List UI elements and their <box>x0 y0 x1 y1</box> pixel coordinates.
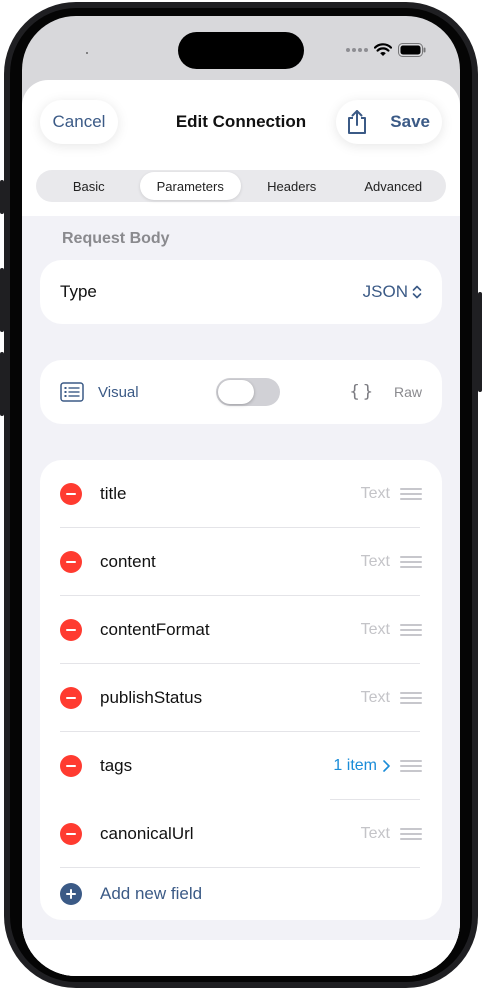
power-button <box>478 292 482 392</box>
tab-basic[interactable]: Basic <box>38 172 140 200</box>
raw-group: {} Raw <box>350 360 423 424</box>
type-value-text: JSON <box>362 282 408 301</box>
field-items-count: 1 item <box>333 757 377 774</box>
delete-field-icon[interactable] <box>60 483 82 505</box>
tab-bar: Basic Parameters Headers Advanced <box>36 170 446 202</box>
field-type[interactable]: Text <box>361 553 390 571</box>
toggle-knob <box>218 380 254 404</box>
dynamic-island <box>178 32 304 69</box>
drag-handle-icon[interactable] <box>400 828 422 840</box>
add-field-button[interactable]: Add new field <box>40 860 442 928</box>
volume-up-button <box>0 268 4 332</box>
form-list-icon <box>60 382 84 402</box>
cellular-signal-icon <box>346 48 368 52</box>
field-name[interactable]: tags <box>100 756 132 776</box>
bottom-area <box>22 940 460 976</box>
tab-advanced[interactable]: Advanced <box>343 172 445 200</box>
chevron-right-icon <box>383 760 390 772</box>
field-name[interactable]: canonicalUrl <box>100 824 194 844</box>
drag-handle-icon[interactable] <box>400 760 422 772</box>
field-row: publishStatus Text <box>40 664 442 732</box>
add-icon <box>60 883 82 905</box>
field-row: content Text <box>40 528 442 596</box>
action-button <box>0 180 4 214</box>
field-type[interactable]: Text <box>361 825 390 843</box>
volume-down-button <box>0 352 4 416</box>
drag-handle-icon[interactable] <box>400 556 422 568</box>
type-selector[interactable]: Type JSON <box>40 260 442 324</box>
drag-handle-icon[interactable] <box>400 692 422 704</box>
delete-field-icon[interactable] <box>60 687 82 709</box>
edit-connection-sheet: Edit Connection Cancel Save Basic Parame… <box>22 80 460 976</box>
share-icon[interactable] <box>344 107 370 137</box>
visual-label: Visual <box>98 383 139 401</box>
field-row: title Text <box>40 460 442 528</box>
field-row: canonicalUrl Text <box>40 800 442 868</box>
chevron-up-down-icon <box>412 285 422 299</box>
drag-handle-icon[interactable] <box>400 624 422 636</box>
status-indicator <box>86 52 88 54</box>
wifi-icon <box>374 43 392 56</box>
delete-field-icon[interactable] <box>60 755 82 777</box>
field-name[interactable]: title <box>100 484 126 504</box>
section-title: Request Body <box>62 230 170 247</box>
tab-parameters[interactable]: Parameters <box>139 172 241 200</box>
delete-field-icon[interactable] <box>60 823 82 845</box>
code-braces-icon: {} <box>349 382 376 402</box>
save-button[interactable]: Save <box>390 112 430 132</box>
field-row: contentFormat Text <box>40 596 442 664</box>
field-name[interactable]: contentFormat <box>100 620 210 640</box>
field-name[interactable]: publishStatus <box>100 688 202 708</box>
toolbar-actions: Save <box>336 100 442 144</box>
type-label: Type <box>60 282 97 301</box>
drag-handle-icon[interactable] <box>400 488 422 500</box>
tab-headers[interactable]: Headers <box>241 172 343 200</box>
type-value[interactable]: JSON <box>363 282 422 302</box>
field-name[interactable]: content <box>100 552 156 572</box>
visual-raw-toggle[interactable] <box>216 378 280 406</box>
cancel-button[interactable]: Cancel <box>40 100 118 144</box>
field-type[interactable]: Text <box>361 485 390 503</box>
fields-list: title Text content Text contentFormat Te… <box>40 460 442 920</box>
field-type[interactable]: Text <box>361 621 390 639</box>
status-bar-right <box>346 42 426 58</box>
field-type[interactable]: Text <box>361 689 390 707</box>
raw-label: Raw <box>393 384 422 400</box>
field-items-link[interactable]: 1 item <box>333 757 390 775</box>
screen: Edit Connection Cancel Save Basic Parame… <box>22 16 460 976</box>
battery-icon <box>398 43 426 57</box>
add-field-label: Add new field <box>100 884 203 903</box>
delete-field-icon[interactable] <box>60 551 82 573</box>
delete-field-icon[interactable] <box>60 619 82 641</box>
body-mode-card: Visual {} Raw <box>40 360 442 424</box>
field-row: tags 1 item <box>40 732 442 800</box>
